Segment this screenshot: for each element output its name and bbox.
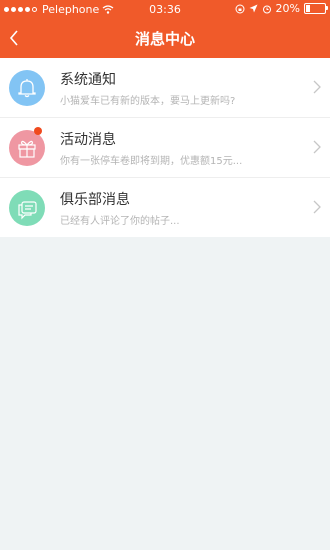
bell-icon: [18, 79, 36, 98]
club-avatar: [9, 190, 45, 226]
location-icon: [249, 4, 258, 13]
message-preview: 你有一张停车卷即将到期，优惠额15元...: [60, 156, 243, 167]
chevron-right-icon: [313, 140, 321, 154]
system-avatar: [9, 70, 45, 106]
page-title: 消息中心: [134, 30, 195, 48]
message-preview: 小猫爱车已有新的版本，要马上更新吗?: [60, 96, 236, 107]
message-title: 系统通知: [60, 72, 116, 88]
message-item-system[interactable]: 系统通知 小猫爱车已有新的版本，要马上更新吗?: [0, 58, 330, 118]
status-right: 20%: [235, 2, 328, 15]
message-title: 活动消息: [60, 132, 116, 148]
status-bar: Pelephone 03:36 20%: [0, 0, 330, 18]
battery-percent: 20%: [275, 2, 300, 15]
activity-avatar: [9, 130, 45, 166]
unread-dot: [34, 127, 42, 135]
message-list: 系统通知 小猫爱车已有新的版本，要马上更新吗? 活动消息 你有一张停车卷即将到期…: [0, 58, 330, 237]
message-preview: 已经有人评论了你的帖子...: [60, 216, 180, 227]
battery-icon: [304, 3, 328, 14]
chevron-right-icon: [313, 200, 321, 214]
chevron-right-icon: [313, 80, 321, 94]
chat-icon: [18, 201, 37, 220]
message-title: 俱乐部消息: [60, 192, 130, 208]
message-item-activity[interactable]: 活动消息 你有一张停车卷即将到期，优惠额15元...: [0, 118, 330, 178]
message-item-club[interactable]: 俱乐部消息 已经有人评论了你的帖子...: [0, 178, 330, 237]
gift-icon: [18, 140, 36, 158]
rotation-lock-icon: [235, 4, 245, 13]
alarm-icon: [262, 5, 271, 13]
